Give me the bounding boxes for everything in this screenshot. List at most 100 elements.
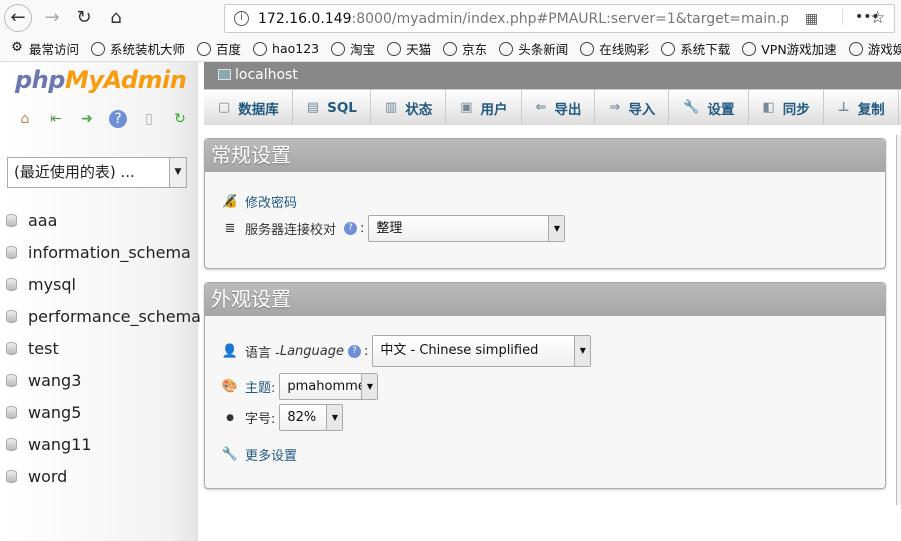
- list-icon: ≣: [224, 221, 236, 236]
- help-icon[interactable]: ?: [344, 222, 358, 235]
- address-bar[interactable]: i 172.16.0.149:8000/myadmin/index.php#PM…: [224, 4, 895, 33]
- globe-icon: [661, 41, 676, 56]
- database-name[interactable]: mysql: [28, 275, 76, 294]
- bookmark-label: hao123: [272, 41, 320, 56]
- server-breadcrumb[interactable]: localhost: [204, 62, 901, 89]
- tab-import[interactable]: ⇒ 导入: [595, 90, 670, 125]
- bookmarks-bar: ⚙ 最常访问 系统装机大师 百度 hao123 淘宝 天猫 京东 头条新闻 在线购彩 系统下载 VPN…: [0, 36, 901, 62]
- back-button[interactable]: ←: [4, 4, 32, 32]
- home-icon[interactable]: ⌂: [16, 110, 34, 128]
- info-icon[interactable]: i: [234, 11, 249, 26]
- database-name[interactable]: aaa: [28, 211, 57, 230]
- tab-sync[interactable]: ◧ 同步: [749, 90, 824, 125]
- change-password-link[interactable]: 修改密码: [245, 192, 297, 211]
- gear-icon: ⚙: [11, 39, 23, 55]
- bookmark-item[interactable]: 京东: [443, 39, 487, 58]
- tab-label: 导出: [554, 101, 582, 118]
- chevron-down-icon: ▼: [326, 405, 343, 430]
- globe-icon: [91, 41, 106, 56]
- globe-icon: [742, 41, 757, 56]
- database-item[interactable]: wang3: [6, 364, 201, 396]
- database-item[interactable]: wang11: [6, 428, 201, 460]
- theme-label[interactable]: 主题:: [245, 377, 275, 396]
- tab-label: 设置: [707, 101, 735, 118]
- tab-label: 复制: [857, 101, 885, 118]
- bookmark-item[interactable]: 百度: [197, 39, 241, 58]
- database-item[interactable]: test: [6, 332, 201, 364]
- tab-label: 状态: [405, 101, 433, 118]
- tab-label: 用户: [480, 101, 508, 118]
- qr-code-icon[interactable]: ▦: [805, 11, 818, 27]
- theme-select[interactable]: pmahomme ▼: [279, 373, 379, 400]
- collation-select[interactable]: 整理 ▼: [368, 215, 566, 242]
- tab-export[interactable]: ⇐ 导出: [522, 90, 596, 125]
- theme-row: 🎨 主题: pmahomme ▼: [221, 373, 379, 400]
- help-icon[interactable]: ?: [109, 110, 127, 128]
- language-select[interactable]: 中文 - Chinese simplified ▼: [372, 335, 592, 367]
- more-settings-link[interactable]: 更多设置: [245, 445, 297, 464]
- import-icon: ⇒: [609, 100, 621, 115]
- database-icon: [6, 341, 17, 355]
- chevron-down-icon[interactable]: ▼: [169, 158, 186, 187]
- bookmark-item[interactable]: hao123: [253, 41, 319, 56]
- help-icon[interactable]: ?: [347, 344, 361, 358]
- database-item[interactable]: mysql: [6, 268, 201, 300]
- font-size-select[interactable]: 82% ▼: [279, 404, 344, 431]
- database-item[interactable]: aaa: [6, 204, 201, 236]
- database-name[interactable]: information_schema: [28, 243, 191, 262]
- database-name[interactable]: performance_schema: [28, 307, 201, 326]
- database-name[interactable]: wang11: [28, 435, 92, 454]
- recent-tables-value: (最近使用的表) ...: [14, 163, 135, 181]
- bookmark-item[interactable]: 系统下载: [661, 39, 730, 58]
- tab-label: 数据库: [238, 101, 279, 118]
- tab-replication[interactable]: ⊥ 复制: [824, 90, 899, 125]
- top-menu-tabs: ▢数据库▤SQL▥状态▣用户⇐导出⇒导入🔧设置◧同步⊥复制◇变: [204, 89, 901, 125]
- database-name[interactable]: test: [28, 339, 59, 358]
- bookmark-star-icon[interactable]: ☆: [870, 8, 885, 28]
- database-name[interactable]: wang3: [28, 371, 81, 390]
- reload-nav-icon[interactable]: ↻: [171, 110, 189, 128]
- phpmyadmin-logo[interactable]: phpMyAdmin: [15, 66, 187, 94]
- bookmark-label: 系统装机大师: [110, 42, 186, 57]
- database-item[interactable]: word: [6, 460, 201, 492]
- home-button[interactable]: ⌂: [102, 4, 130, 32]
- bookmark-label: VPN游戏加速: [761, 42, 837, 57]
- tab-sql[interactable]: ▤ SQL: [293, 90, 371, 125]
- globe-icon: [387, 41, 402, 56]
- database-item[interactable]: information_schema: [6, 236, 201, 268]
- tab-users[interactable]: ▣ 用户: [446, 90, 522, 125]
- database-name[interactable]: word: [28, 467, 67, 486]
- bookmark-item[interactable]: 头条新闻: [499, 39, 568, 58]
- tab-label: 导入: [628, 101, 656, 118]
- replication-icon: ⊥: [837, 100, 850, 115]
- server-name: localhost: [235, 67, 298, 83]
- database-item[interactable]: performance_schema: [6, 300, 201, 332]
- font-size-row: ● 字号: 82% ▼: [221, 404, 344, 431]
- reload-button[interactable]: ↻: [70, 4, 98, 32]
- tab-database[interactable]: ▢ 数据库: [204, 90, 293, 125]
- bookmark-label: 在线购彩: [599, 42, 650, 57]
- bookmark-item[interactable]: 天猫: [387, 39, 431, 58]
- database-item[interactable]: wang5: [6, 396, 201, 428]
- globe-icon: [499, 41, 514, 56]
- recent-tables-select[interactable]: (最近使用的表) ... ▼: [7, 157, 187, 188]
- logout-icon[interactable]: ⇤: [47, 110, 65, 128]
- bookmark-item[interactable]: ⚙ 最常访问: [10, 39, 79, 58]
- database-icon: [6, 309, 17, 323]
- bookmark-label: 最常访问: [29, 42, 80, 57]
- docs-icon[interactable]: ▯: [140, 110, 158, 128]
- forward-button[interactable]: →: [38, 4, 66, 32]
- main-content: localhost ▢数据库▤SQL▥状态▣用户⇐导出⇒导入🔧设置◧同步⊥复制◇…: [204, 62, 901, 541]
- tab-wrench[interactable]: 🔧 设置: [669, 90, 749, 125]
- tab-status[interactable]: ▥ 状态: [371, 90, 447, 125]
- bookmark-item[interactable]: 游戏娱乐: [848, 39, 901, 58]
- sql-query-icon[interactable]: ➜: [78, 110, 96, 128]
- collation-label: 服务器连接校对: [245, 223, 337, 238]
- general-settings-title: 常规设置: [205, 139, 885, 172]
- bookmark-item[interactable]: 系统装机大师: [91, 39, 185, 58]
- bookmark-item[interactable]: VPN游戏加速: [742, 39, 837, 58]
- bookmark-item[interactable]: 淘宝: [331, 39, 375, 58]
- bookmark-item[interactable]: 在线购彩: [580, 39, 649, 58]
- url-text[interactable]: 172.16.0.149:8000/myadmin/index.php#PMAU…: [258, 11, 788, 27]
- database-name[interactable]: wang5: [28, 403, 81, 422]
